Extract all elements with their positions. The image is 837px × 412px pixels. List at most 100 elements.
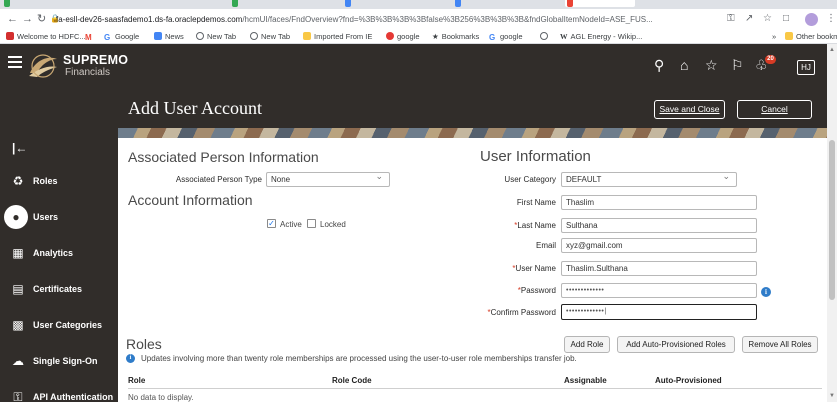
info-icon[interactable]: i [761,287,771,297]
column-header-auto-provisioned[interactable]: Auto-Provisioned [655,376,722,386]
add-auto-provisioned-roles-button[interactable]: Add Auto-Provisioned Roles [617,336,735,353]
browser-tab-strip [0,0,837,9]
nav-item-label: Certificates [33,284,83,294]
nav-item-roles[interactable]: ♻ Roles [0,168,118,196]
menu-dots-icon[interactable]: ⋮ [826,13,836,25]
tab-favicon [455,0,461,7]
forward-icon[interactable]: → [22,13,33,25]
collapse-nav-icon[interactable]: |← [12,141,27,155]
url-path: /hcmUI/faces/FndOverview?fnd=%3B%3B%3B%3… [242,15,653,24]
nav-item-label: Roles [33,176,58,186]
user-avatar[interactable]: HJ [797,60,815,75]
wikipedia-icon: W [560,32,568,41]
profile-avatar[interactable] [805,13,818,26]
nav-item-label: Analytics [33,248,74,258]
address-bar-row: ← → ↻ 🔒 fa-esll-dev26-saasfademo1.ds-fa.… [0,9,837,29]
nav-item-api-authentication[interactable]: ⚿ API Authentication [0,384,118,412]
reload-icon[interactable]: ↻ [37,13,46,25]
globe-icon [196,32,204,40]
scrollbar-thumb[interactable] [829,140,835,300]
associated-person-type-select[interactable]: None [266,172,390,187]
user-category-select[interactable]: DEFAULT [561,172,737,187]
bookmark-item[interactable]: Imported From IE [303,31,372,42]
bookmark-item[interactable]: G Google [104,31,139,42]
tab-favicon [232,0,238,7]
column-header-assignable[interactable]: Assignable [564,376,607,386]
bookmark-item[interactable] [540,31,551,42]
active-tab[interactable] [565,0,635,7]
bookmark-item[interactable]: News [154,31,184,42]
globe-icon [250,32,258,40]
info-icon: i [126,354,135,363]
gmail-icon: M [85,33,93,42]
star-icon[interactable]: ☆ [763,13,772,25]
cancel-button[interactable]: Cancel [737,100,812,119]
nav-item-certificates[interactable]: ▤ Certificates [0,276,118,304]
column-header-role-code[interactable]: Role Code [332,376,372,386]
roles-icon: ♻ [12,174,24,188]
last-name-field[interactable]: Sulthana [561,218,757,233]
email-label: Email [535,241,556,250]
tab-search-icon[interactable]: □ [783,13,789,25]
bookmark-item[interactable]: google [386,31,420,42]
locked-checkbox[interactable] [307,219,316,228]
bookmark-item[interactable]: ★ Bookmarks [432,31,479,42]
folder-icon [303,32,311,40]
nav-item-single-sign-on[interactable]: ☁ Single Sign-On [0,348,118,376]
add-role-button[interactable]: Add Role [564,336,610,353]
bookmark-item[interactable]: Ggoogle [489,31,523,42]
url-field[interactable]: fa-esll-dev26-saasfademo1.ds-fa.oraclepd… [56,13,716,26]
bookmark-item[interactable]: M [85,31,96,42]
folder-icon [785,32,793,40]
user-category-label: User Category [504,175,556,184]
last-name-label: *Last Name [514,221,556,230]
column-header-role[interactable]: Role [128,376,145,386]
page-title: Add User Account [128,98,262,118]
share-icon[interactable]: ↗ [745,13,753,25]
other-bookmarks[interactable]: Other bookmarks [785,31,837,42]
google-app-icon [386,32,394,40]
remove-all-roles-button[interactable]: Remove All Roles [742,336,818,353]
categories-icon: ▩ [12,318,24,332]
tab-favicon [4,0,10,7]
notification-badge: 20 [765,55,776,64]
star-folder-icon: ★ [432,32,439,41]
google-icon: G [104,33,111,42]
bookmark-item[interactable]: New Tab [196,31,236,42]
brand-name: SUPREMO [63,53,129,67]
active-checkbox[interactable]: ✓ [267,219,276,228]
password-field[interactable]: ••••••••••••• [561,283,757,298]
bookmark-item[interactable]: W AGL Energy - Wikip... [560,31,642,42]
more-bookmarks-chevron[interactable]: » [772,31,776,42]
tab-favicon [345,0,351,7]
scroll-up-icon[interactable]: ▲ [829,47,835,53]
news-icon [154,32,162,40]
roles-note: Updates involving more than twenty role … [141,354,577,363]
table-divider [128,388,822,389]
roles-heading: Roles [126,336,162,352]
email-field[interactable]: xyz@gmail.com [561,238,757,253]
user-name-field[interactable]: Thaslim.Sulthana [561,261,757,276]
bookmark-item[interactable]: New Tab [250,31,290,42]
flag-icon[interactable]: ⚐ [731,58,744,72]
nav-item-user-categories[interactable]: ▩ User Categories [0,312,118,340]
confirm-password-field[interactable]: •••••••••••••| [561,304,757,320]
first-name-field[interactable]: Thaslim [561,195,757,210]
first-name-label: First Name [516,198,556,207]
nav-item-users[interactable]: ● Users [0,204,118,232]
search-icon[interactable]: ⚲ [654,58,664,72]
key-icon[interactable]: ⚿ [727,13,735,25]
favorites-star-icon[interactable]: ☆ [705,58,718,72]
nav-item-analytics[interactable]: ▦ Analytics [0,240,118,268]
save-and-close-button[interactable]: Save and Close [654,100,725,119]
brand-logo [29,54,57,78]
google-icon: G [489,33,496,42]
back-icon[interactable]: ← [7,13,18,25]
cloud-icon: ☁ [12,354,24,368]
menu-icon[interactable] [8,56,22,70]
scroll-down-icon[interactable]: ▼ [829,393,835,399]
home-icon[interactable]: ⌂ [680,58,688,72]
decorative-pattern [118,128,827,138]
bookmark-item[interactable]: Welcome to HDFC... [6,31,86,42]
nav-item-label: Users [33,212,59,222]
